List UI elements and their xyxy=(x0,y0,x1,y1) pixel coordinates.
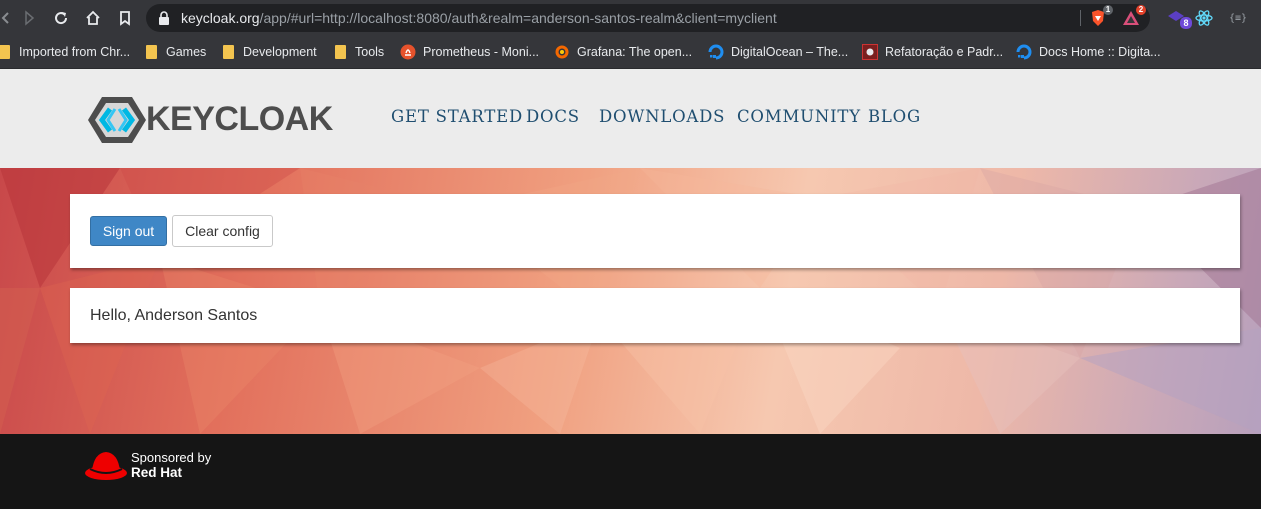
actions-panel: Sign out Clear config xyxy=(70,194,1240,268)
refactoring-icon xyxy=(862,44,878,60)
site-header: KEYCLOAK GET STARTED DOCS DOWNLOADS COMM… xyxy=(0,69,1261,168)
bookmark-digitalocean[interactable]: DigitalOcean – The... xyxy=(708,42,848,62)
nav-docs[interactable]: DOCS xyxy=(526,107,580,126)
nav-community[interactable]: COMMUNITY xyxy=(737,107,861,126)
sponsored-by-text: Sponsored by xyxy=(131,450,212,465)
folder-icon xyxy=(220,44,236,60)
nav-downloads[interactable]: DOWNLOADS xyxy=(599,107,725,126)
json-viewer-icon[interactable]: {≡} xyxy=(1225,7,1251,29)
redhat-text: Red Hat xyxy=(131,465,183,480)
clear-config-button[interactable]: Clear config xyxy=(172,215,273,247)
nav-blog[interactable]: BLOG xyxy=(868,107,921,126)
brave-rewards-icon[interactable]: 2 xyxy=(1120,5,1146,29)
browser-toolbar: keycloak.org/app/#url=http://localhost:8… xyxy=(0,0,1261,36)
extension-purple-icon[interactable]: 8 xyxy=(1165,7,1192,29)
grafana-icon xyxy=(554,44,570,60)
home-button[interactable] xyxy=(81,6,105,30)
nav-get-started[interactable]: GET STARTED xyxy=(391,107,523,126)
keycloak-logo-icon xyxy=(88,97,146,143)
bookmark-icon[interactable] xyxy=(113,6,137,30)
folder-icon xyxy=(143,44,159,60)
bookmark-label: Tools xyxy=(355,45,385,59)
redhat-logo-icon[interactable] xyxy=(84,449,128,483)
logo-text: KEYCLOAK xyxy=(146,100,333,138)
bookmark-tools[interactable]: Tools xyxy=(332,42,384,62)
greeting-panel: Hello, Anderson Santos xyxy=(70,288,1240,343)
bookmark-label: Imported from Chr... xyxy=(19,45,131,59)
bookmark-label: Grafana: The open... xyxy=(577,45,693,59)
bookmark-imported[interactable]: Imported from Chr... xyxy=(0,42,130,62)
bookmark-docs-home[interactable]: Docs Home :: Digita... xyxy=(1016,42,1161,62)
back-button[interactable] xyxy=(0,6,18,30)
bookmark-label: Docs Home :: Digita... xyxy=(1039,45,1161,59)
forward-button[interactable] xyxy=(17,6,41,30)
bookmark-games[interactable]: Games xyxy=(143,42,206,62)
react-devtools-icon[interactable] xyxy=(1193,7,1215,29)
digitalocean-icon xyxy=(1016,44,1032,60)
lock-icon xyxy=(158,11,170,30)
bookmark-label: Development xyxy=(243,45,317,59)
bookmark-refatoracao[interactable]: Refatoração e Padr... xyxy=(862,42,1003,62)
sign-out-button[interactable]: Sign out xyxy=(90,216,167,246)
hero-background: Sign out Clear config Hello, Anderson Sa… xyxy=(0,168,1261,434)
reload-button[interactable] xyxy=(49,6,73,30)
prometheus-icon xyxy=(400,44,416,60)
address-bar[interactable]: keycloak.org/app/#url=http://localhost:8… xyxy=(146,4,1150,32)
folder-icon xyxy=(0,44,12,60)
bookmark-grafana[interactable]: Grafana: The open... xyxy=(554,42,692,62)
bookmarks-bar: Imported from Chr... Games Development T… xyxy=(0,36,1261,69)
folder-icon xyxy=(332,44,348,60)
bookmark-label: Prometheus - Moni... xyxy=(423,45,540,59)
bookmark-label: Refatoração e Padr... xyxy=(885,45,1004,59)
bookmark-development[interactable]: Development xyxy=(220,42,317,62)
digitalocean-icon xyxy=(708,44,724,60)
site-footer: Sponsored by Red Hat xyxy=(0,434,1261,509)
bookmark-label: Games xyxy=(166,45,207,59)
brave-shields-icon[interactable]: 1 xyxy=(1087,5,1113,29)
bookmark-label: DigitalOcean – The... xyxy=(731,45,849,59)
greeting-text: Hello, Anderson Santos xyxy=(90,307,258,324)
url-text: keycloak.org/app/#url=http://localhost:8… xyxy=(181,10,777,26)
bookmark-prometheus[interactable]: Prometheus - Moni... xyxy=(400,42,539,62)
keycloak-logo[interactable]: KEYCLOAK xyxy=(88,95,333,145)
